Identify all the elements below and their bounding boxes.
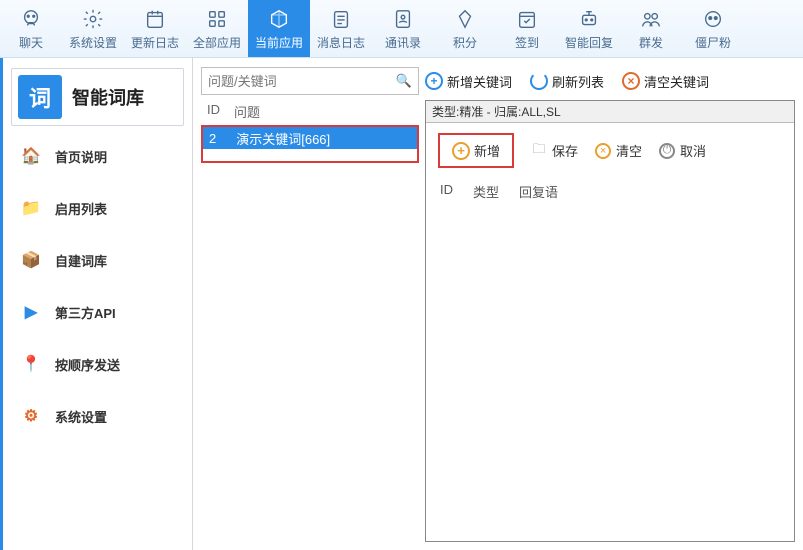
nav-msglog[interactable]: 消息日志 <box>310 0 372 57</box>
sidebar-item-enabled[interactable]: 📁 启用列表 <box>11 186 184 230</box>
users-icon <box>639 7 663 31</box>
row-id: 2 <box>209 131 216 146</box>
search-input[interactable] <box>208 74 378 89</box>
plus-icon: + <box>425 72 443 90</box>
nav-settings[interactable]: 系统设置 <box>62 0 124 57</box>
search-box[interactable]: 🔍 <box>201 67 419 95</box>
sidebar-item-label: 第三方API <box>55 303 116 322</box>
col-type: 类型 <box>473 182 499 201</box>
sidebar-item-custom[interactable]: 📦 自建词库 <box>11 238 184 282</box>
calendar-check-icon <box>515 7 539 31</box>
col-id: ID <box>207 102 220 121</box>
sidebar-item-label: 启用列表 <box>55 199 107 218</box>
ghost-icon <box>701 7 725 31</box>
sidebar-item-settings[interactable]: ⚙ 系统设置 <box>11 394 184 438</box>
sidebar-item-label: 首页说明 <box>55 147 107 166</box>
sidebar-badge: 词 <box>18 75 62 119</box>
nav-changelog[interactable]: 更新日志 <box>124 0 186 57</box>
sidebar-item-label: 按顺序发送 <box>55 355 120 374</box>
keyword-column: 🔍 ID 问题 2 演示关键词[666] <box>201 66 419 542</box>
nav-current-app[interactable]: 当前应用 <box>248 0 310 57</box>
reply-column: +新增关键词 刷新列表 ×清空关键词 类型:精准 - 归属:ALL,SL +新增… <box>425 66 795 542</box>
clear-button[interactable]: ×清空 <box>594 141 642 160</box>
power-icon: ⏻ <box>658 142 676 160</box>
robot-icon <box>577 7 601 31</box>
grid-icon <box>205 7 229 31</box>
cube-icon <box>267 7 291 31</box>
nav-all-apps[interactable]: 全部应用 <box>186 0 248 57</box>
col-reply: 回复语 <box>519 182 558 201</box>
col-id: ID <box>440 182 453 201</box>
clipboard-icon <box>329 7 353 31</box>
col-question: 问题 <box>234 102 260 121</box>
add-reply-button[interactable]: +新增 <box>438 133 514 168</box>
reply-list-header: ID 类型 回复语 <box>426 178 794 205</box>
gear-icon <box>81 7 105 31</box>
play-icon: ▶ <box>21 302 41 322</box>
refresh-link[interactable]: 刷新列表 <box>530 72 604 91</box>
gear-icon: ⚙ <box>21 406 41 426</box>
sidebar-title: 智能词库 <box>72 84 144 110</box>
main: 词 智能词库 🏠首页说明 📁启用列表 📦自建词库 ▶第三方API 📍按顺序发送 … <box>0 58 803 550</box>
search-icon[interactable]: 🔍 <box>396 73 412 89</box>
sidebar-item-api[interactable]: ▶ 第三方API <box>11 290 184 334</box>
reply-actions: +新增 🗀保存 ×清空 ⏻取消 <box>426 123 794 178</box>
nav-points[interactable]: 积分 <box>434 0 496 57</box>
keyword-list-header: ID 问题 <box>201 100 419 123</box>
sidebar: 词 智能词库 🏠首页说明 📁启用列表 📦自建词库 ▶第三方API 📍按顺序发送 … <box>3 58 193 550</box>
pin-icon: 📍 <box>21 354 41 374</box>
clear-icon: × <box>622 72 640 90</box>
nav-broadcast[interactable]: 群发 <box>620 0 682 57</box>
folder-icon: 🗀 <box>530 142 548 160</box>
keyword-row[interactable]: 2 演示关键词[666] <box>203 127 417 149</box>
sidebar-item-sequence[interactable]: 📍 按顺序发送 <box>11 342 184 386</box>
reply-panel: 类型:精准 - 归属:ALL,SL +新增 🗀保存 ×清空 ⏻取消 ID 类型 … <box>425 100 795 542</box>
book-icon <box>391 7 415 31</box>
nav-autoreply[interactable]: 智能回复 <box>558 0 620 57</box>
calendar-icon <box>143 7 167 31</box>
sidebar-item-home[interactable]: 🏠 首页说明 <box>11 134 184 178</box>
top-nav: 聊天 系统设置 更新日志 全部应用 当前应用 消息日志 通讯录 积分 签到 智能… <box>0 0 803 58</box>
sidebar-item-label: 自建词库 <box>55 251 107 270</box>
home-icon: 🏠 <box>21 146 41 166</box>
plus-icon: + <box>452 142 470 160</box>
sidebar-item-label: 系统设置 <box>55 407 107 426</box>
diamond-icon <box>453 7 477 31</box>
folder-icon: 📁 <box>21 198 41 218</box>
row-question: 演示关键词[666] <box>236 129 330 148</box>
clear-icon: × <box>594 142 612 160</box>
nav-contacts[interactable]: 通讯录 <box>372 0 434 57</box>
cancel-button[interactable]: ⏻取消 <box>658 141 706 160</box>
keyword-list-highlight: 2 演示关键词[666] <box>201 125 419 163</box>
nav-chat[interactable]: 聊天 <box>0 0 62 57</box>
save-button[interactable]: 🗀保存 <box>530 141 578 160</box>
refresh-icon <box>530 72 548 90</box>
nav-checkin[interactable]: 签到 <box>496 0 558 57</box>
add-keyword-link[interactable]: +新增关键词 <box>425 72 512 91</box>
content: 🔍 ID 问题 2 演示关键词[666] +新增关键词 刷新列表 ×清空关键词 <box>193 58 803 550</box>
sidebar-header: 词 智能词库 <box>11 68 184 126</box>
clear-keyword-link[interactable]: ×清空关键词 <box>622 72 709 91</box>
reply-panel-header: 类型:精准 - 归属:ALL,SL <box>426 101 794 123</box>
box-icon: 📦 <box>21 250 41 270</box>
nav-zombie[interactable]: 僵尸粉 <box>682 0 744 57</box>
chat-icon <box>19 7 43 31</box>
